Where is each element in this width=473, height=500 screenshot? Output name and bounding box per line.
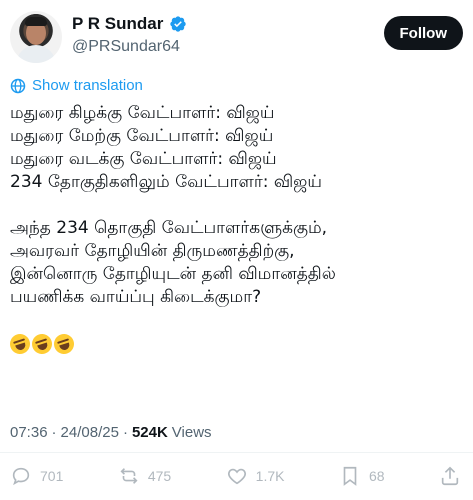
rofl-emoji-icon — [51, 331, 77, 357]
rofl-emoji-icon — [7, 331, 33, 357]
verified-badge-icon — [170, 16, 187, 32]
divider — [0, 452, 473, 453]
show-translation-link[interactable]: Show translation — [10, 77, 143, 94]
share-icon — [441, 466, 459, 486]
views-count: 524K — [131, 424, 168, 441]
reply-icon — [12, 467, 30, 486]
bookmark-button[interactable]: 68 — [339, 465, 385, 487]
share-button[interactable] — [439, 465, 461, 487]
repost-icon — [120, 468, 138, 484]
author-display-name[interactable]: P R Sundar — [72, 14, 163, 34]
tweet-time[interactable]: 07:36 — [10, 424, 48, 441]
tweet-meta: 07:36 · 24/08/25 · 524K Views — [10, 424, 212, 441]
tweet-line: மதுரை வடக்கு வேட்பாளர்: விஜய் — [10, 149, 277, 169]
follow-button[interactable]: Follow — [383, 16, 463, 50]
emoji-row — [7, 331, 465, 357]
like-button[interactable]: 1.7K — [226, 465, 285, 487]
heart-icon — [227, 468, 246, 485]
reply-button[interactable]: 701 — [10, 465, 63, 487]
views-label: Views — [171, 424, 212, 441]
avatar-hair — [25, 17, 47, 26]
tweet-line: 234 தோகுதிகளிலும் வேட்பாளர்: விஜய் — [10, 172, 322, 192]
like-count: 1.7K — [255, 468, 285, 484]
meta-separator: · — [51, 424, 57, 441]
repost-button[interactable]: 475 — [118, 465, 171, 487]
avatar-shirt — [16, 45, 56, 63]
action-bar: 701 475 1.7K 68 — [0, 456, 473, 496]
tweet-line: மதுரை கிழக்கு வேட்பாளர்: விஜய் — [10, 103, 275, 123]
show-translation-label: Show translation — [32, 77, 143, 94]
author-handle[interactable]: @PRSundar64 — [72, 38, 180, 56]
tweet-text: மதுரை கிழக்கு வேட்பாளர்: விஜய் மதுரை மேற… — [7, 102, 465, 357]
translate-globe-icon — [10, 78, 26, 93]
tweet-line: அந்த 234 தொகுதி வேட்பாளர்களுக்கும், — [10, 218, 328, 238]
avatar[interactable] — [10, 11, 62, 63]
tweet-date[interactable]: 24/08/25 — [61, 424, 119, 441]
bookmark-icon — [343, 466, 357, 486]
rofl-emoji-icon — [29, 331, 55, 357]
meta-separator: · — [122, 424, 128, 441]
tweet-line: மதுரை மேற்கு வேட்பாளர்: விஜய் — [10, 126, 274, 146]
name-row: P R Sundar — [72, 14, 187, 34]
tweet-header: P R Sundar @PRSundar64 Follow — [10, 8, 465, 64]
repost-count: 475 — [147, 468, 172, 484]
bookmark-count: 68 — [368, 468, 385, 484]
tweet-line: இன்னொரு தோழியுடன் தனி விமானத்தில் — [10, 264, 336, 284]
reply-count: 701 — [40, 468, 64, 484]
tweet-line: அவரவர் தோழியின் திருமணத்திற்கு, — [10, 241, 295, 261]
tweet-line: பயணிக்க வாய்ப்பு கிடைக்குமா? — [10, 287, 262, 307]
